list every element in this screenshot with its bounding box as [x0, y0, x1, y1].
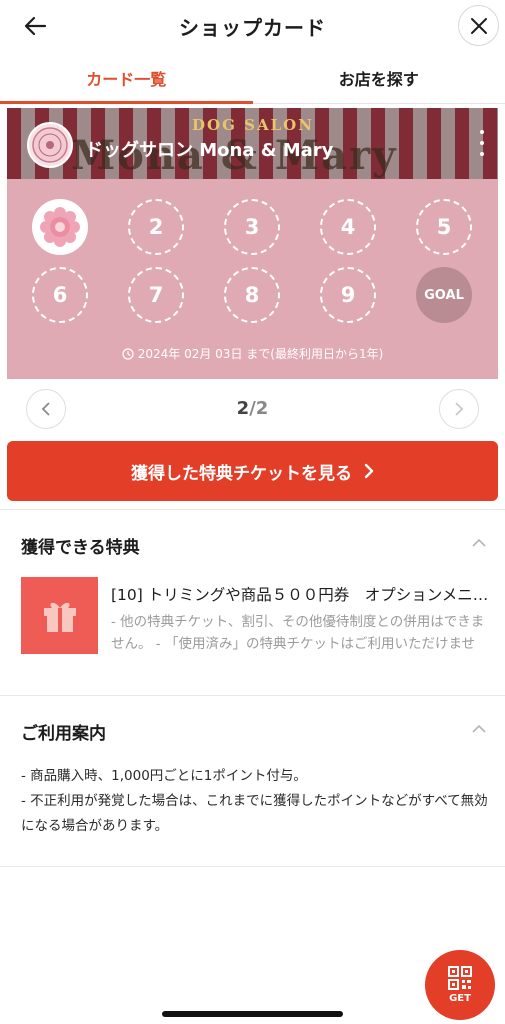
page-indicator: 2/2 [0, 398, 505, 419]
expiry-row: 2024年 02月 03日 まで(最終利用日から1年) [7, 345, 498, 362]
get-button[interactable]: GET [425, 950, 495, 1020]
shop-card[interactable]: DOG SALON Mona & Mary ドッグサロン Mona & Mary… [7, 108, 498, 379]
shop-name: ドッグサロン Mona & Mary [85, 140, 334, 161]
chevron-right-icon [364, 463, 374, 479]
guide-text: - 商品購入時、1,000円ごとに1ポイント付与。 - 不正利用が発覚した場合は… [21, 764, 491, 839]
chevron-up-icon[interactable] [471, 538, 487, 548]
shop-logo-icon [27, 122, 73, 168]
chevron-right-icon [455, 402, 464, 416]
view-tickets-button[interactable]: 獲得した特典チケットを見る [7, 441, 498, 501]
guide-line: - 不正利用が発覚した場合は、これまでに獲得したポイントなどがすべて無効になる場… [21, 793, 488, 834]
more-menu-icon[interactable] [476, 130, 488, 156]
tab-card-list[interactable]: カード一覧 [0, 52, 253, 104]
page-current: 2 [236, 398, 250, 419]
benefits-title: 獲得できる特典 [21, 538, 140, 558]
stamp-8: 8 [224, 267, 280, 323]
close-icon [470, 17, 487, 34]
stamp-7: 7 [128, 267, 184, 323]
flower-stamp-icon [40, 207, 80, 247]
view-tickets-label: 獲得した特典チケットを見る [131, 463, 352, 484]
chevron-up-icon[interactable] [471, 724, 487, 734]
stamp-5: 5 [416, 199, 472, 255]
stamp-6: 6 [32, 267, 88, 323]
tab-bar: カード一覧 お店を探す [0, 52, 505, 104]
page-title: ショップカード [179, 16, 326, 40]
stamp-1 [32, 199, 88, 255]
divider [0, 866, 505, 867]
clock-icon [122, 347, 134, 360]
guide-line: - 商品購入時、1,000円ごとに1ポイント付与。 [21, 768, 307, 784]
close-button[interactable] [458, 5, 499, 46]
home-indicator [162, 1011, 343, 1017]
guide-title: ご利用案内 [21, 724, 106, 744]
next-card-button[interactable] [439, 389, 479, 429]
benefit-item-title[interactable]: [10] トリミングや商品５００円券 オプションメニューにもご利用いただけます [111, 583, 489, 605]
header: ショップカード [0, 0, 505, 52]
stamp-3: 3 [224, 199, 280, 255]
stamp-goal: GOAL [416, 267, 472, 323]
divider [0, 695, 505, 696]
gift-icon [21, 577, 98, 654]
tab-find-shop[interactable]: お店を探す [253, 52, 505, 103]
qr-code-icon [448, 966, 472, 990]
expiry-text: 2024年 02月 03日 まで(最終利用日から1年) [137, 347, 384, 361]
stamp-2: 2 [128, 199, 184, 255]
page-total: /2 [249, 398, 269, 419]
stamp-4: 4 [320, 199, 376, 255]
get-label: GET [449, 993, 471, 1004]
stamp-9: 9 [320, 267, 376, 323]
divider [0, 509, 505, 510]
benefit-item-description: - 他の特典チケット、割引、その他優待制度との併用はできません。 - 「使用済み… [111, 614, 485, 652]
